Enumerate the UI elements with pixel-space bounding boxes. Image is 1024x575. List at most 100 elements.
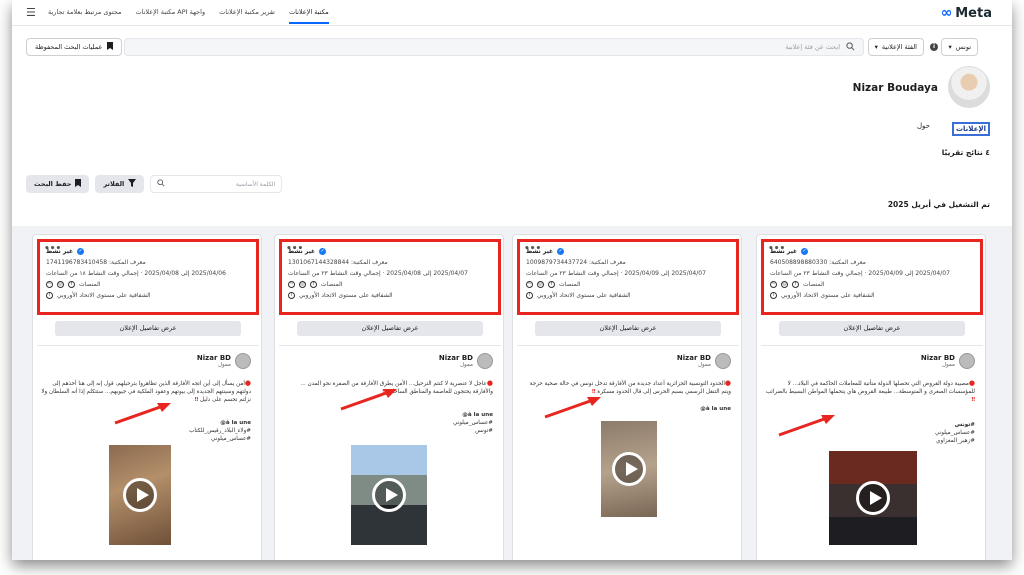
instagram-icon: ◎	[781, 281, 788, 288]
meta-infinity-icon: ∞	[940, 5, 953, 21]
ad-video[interactable]	[829, 451, 917, 545]
info-icon[interactable]: i	[288, 292, 295, 299]
menu-icon[interactable]: ☰	[26, 6, 36, 19]
search-input[interactable]: ابحث عن فئة إعلانية	[124, 38, 864, 56]
tag[interactable]: #تونس	[825, 421, 975, 429]
instagram-icon: ◎	[537, 281, 544, 288]
chevron-down-icon: ▾	[874, 43, 878, 51]
tag[interactable]: #عساس_ميلوني	[343, 419, 493, 427]
filters-button[interactable]: الفلاتر	[95, 175, 145, 193]
play-icon[interactable]	[123, 478, 157, 512]
advertiser-name[interactable]: Nizar BD	[921, 354, 955, 362]
info-icon[interactable]: i	[46, 292, 53, 299]
saved-searches-label: عمليات البحث المحفوظة	[35, 43, 103, 51]
advertiser-name[interactable]: Nizar BD	[439, 354, 473, 362]
ad-tags: à la une@	[581, 405, 731, 413]
ad-run-dates: 2025/04/06 إلى 2025/04/08 · إجمالي وقت ا…	[46, 270, 226, 277]
nav-link-ad-library-report[interactable]: تقرير مكتبة الإعلانات	[219, 8, 275, 24]
double-exclamation-icon: ‼	[971, 397, 975, 403]
tag[interactable]: #ولاء_البلاد_رقيس_للكتاب	[101, 427, 251, 435]
play-icon[interactable]	[856, 481, 890, 515]
bookmark-icon	[107, 42, 114, 52]
more-options-icon[interactable]: •••	[768, 244, 785, 254]
keyword-placeholder: الكلمة الأساسية	[235, 180, 276, 188]
nav-link-ad-library[interactable]: مكتبة الإعلانات	[288, 8, 329, 24]
red-arrow-icon	[340, 389, 397, 411]
red-dot-icon: ●	[244, 379, 251, 387]
nav-links: مكتبة الإعلانات تقرير مكتبة الإعلانات وا…	[48, 8, 329, 24]
tag[interactable]: à la une@	[581, 405, 731, 413]
nav-link-branded-content[interactable]: محتوى مرتبط بعلامة تجارية	[48, 8, 122, 24]
nav-link-ad-library-api[interactable]: واجهة API مكتبة الإعلانات	[136, 8, 206, 24]
category-value: الفئة الإعلانية	[881, 43, 917, 51]
messenger-icon: ~	[770, 281, 777, 288]
platforms-label: المنصات	[79, 281, 101, 288]
tag[interactable]: à la une@	[343, 411, 493, 419]
ad-card: ••• ✓ غير نشط معرف المكتبة: 6405088988803…	[756, 234, 986, 560]
advertiser: Nizar BD ممول	[439, 353, 493, 369]
sponsored-label: ممول	[460, 362, 473, 368]
ad-text: الحدود التونسية الجزائرية أعداد جديدة من…	[529, 381, 731, 395]
more-options-icon[interactable]: •••	[44, 244, 61, 254]
red-arrow-icon	[114, 403, 171, 425]
divider	[279, 345, 501, 346]
advertiser-name[interactable]: Nizar BD	[677, 354, 711, 362]
save-search-button[interactable]: حفظ البحث	[26, 175, 90, 193]
view-ad-details-button[interactable]: عرض تفاصيل الإعلان	[779, 321, 965, 336]
ad-body-text: ●الحدود التونسية الجزائرية أعداد جديدة م…	[521, 379, 731, 396]
ad-card-header: ••• ✓ غير نشط معرف المكتبة: 1741196783410…	[37, 239, 259, 315]
play-icon[interactable]	[612, 452, 646, 486]
facebook-icon: f	[310, 281, 317, 288]
info-icon[interactable]: i	[930, 43, 938, 51]
ad-video[interactable]	[601, 421, 657, 517]
ad-video[interactable]	[109, 445, 171, 545]
meta-logo-text: Meta	[955, 5, 992, 21]
keyword-search-input[interactable]: الكلمة الأساسية	[150, 175, 283, 193]
tag[interactable]: #تونس	[343, 427, 493, 435]
info-icon[interactable]: i	[770, 292, 777, 299]
view-ad-details-button[interactable]: عرض تفاصيل الإعلان	[535, 321, 721, 336]
eu-transparency: الشفافية على مستوى الاتحاد الأوروبي	[299, 292, 393, 299]
tab-about[interactable]: حول	[917, 122, 930, 136]
category-select[interactable]: ▾ الفئة الإعلانية	[867, 38, 924, 56]
advertiser-name[interactable]: Nizar BD	[197, 354, 231, 362]
profile-name[interactable]: Nizar Boudaya	[853, 82, 938, 94]
messenger-icon: ~	[526, 281, 533, 288]
filter-icon	[128, 179, 137, 189]
chevron-down-icon: ▾	[948, 43, 952, 51]
tag[interactable]: #عساس_ميلوني	[825, 429, 975, 437]
results-count: ٤ نتائج تقريبًا	[941, 148, 990, 157]
search-icon	[846, 41, 855, 53]
view-ad-details-button[interactable]: عرض تفاصيل الإعلان	[55, 321, 241, 336]
ad-video[interactable]	[351, 445, 427, 545]
profile-avatar[interactable]	[948, 66, 990, 108]
more-options-icon[interactable]: •••	[524, 244, 541, 254]
play-icon[interactable]	[372, 478, 406, 512]
messenger-icon: ~	[46, 281, 53, 288]
tag[interactable]: #عساس_ميلوني	[101, 435, 251, 443]
info-icon[interactable]: i	[526, 292, 533, 299]
advertiser-avatar[interactable]	[235, 353, 251, 369]
run-period-title: تم التشغيل في أبريل 2025	[887, 200, 990, 209]
divider	[37, 345, 259, 346]
advertiser-avatar[interactable]	[715, 353, 731, 369]
ad-tags: #تونس #عساس_ميلوني #زهير_المغزاوي	[825, 421, 975, 445]
instagram-icon: ◎	[299, 281, 306, 288]
country-select[interactable]: ▾ تونس	[941, 38, 978, 56]
more-options-icon[interactable]: •••	[286, 244, 303, 254]
view-ad-details-button[interactable]: عرض تفاصيل الإعلان	[297, 321, 483, 336]
saved-searches-button[interactable]: عمليات البحث المحفوظة	[26, 38, 123, 56]
advertiser-avatar[interactable]	[477, 353, 493, 369]
platforms-label: المنصات	[803, 281, 825, 288]
messenger-icon: ~	[288, 281, 295, 288]
save-search-label: حفظ البحث	[34, 180, 72, 188]
verified-icon: ✓	[557, 248, 565, 255]
advertiser-avatar[interactable]	[959, 353, 975, 369]
tab-ads[interactable]: الإعلانات	[952, 122, 990, 136]
tag[interactable]: #زهير_المغزاوي	[825, 437, 975, 445]
country-value: تونس	[955, 43, 971, 51]
divider	[761, 345, 983, 346]
library-id: معرف المكتبة: 640508898880330	[770, 259, 866, 266]
red-dot-icon: ●	[968, 379, 975, 387]
meta-logo[interactable]: ∞ Meta	[941, 5, 992, 21]
